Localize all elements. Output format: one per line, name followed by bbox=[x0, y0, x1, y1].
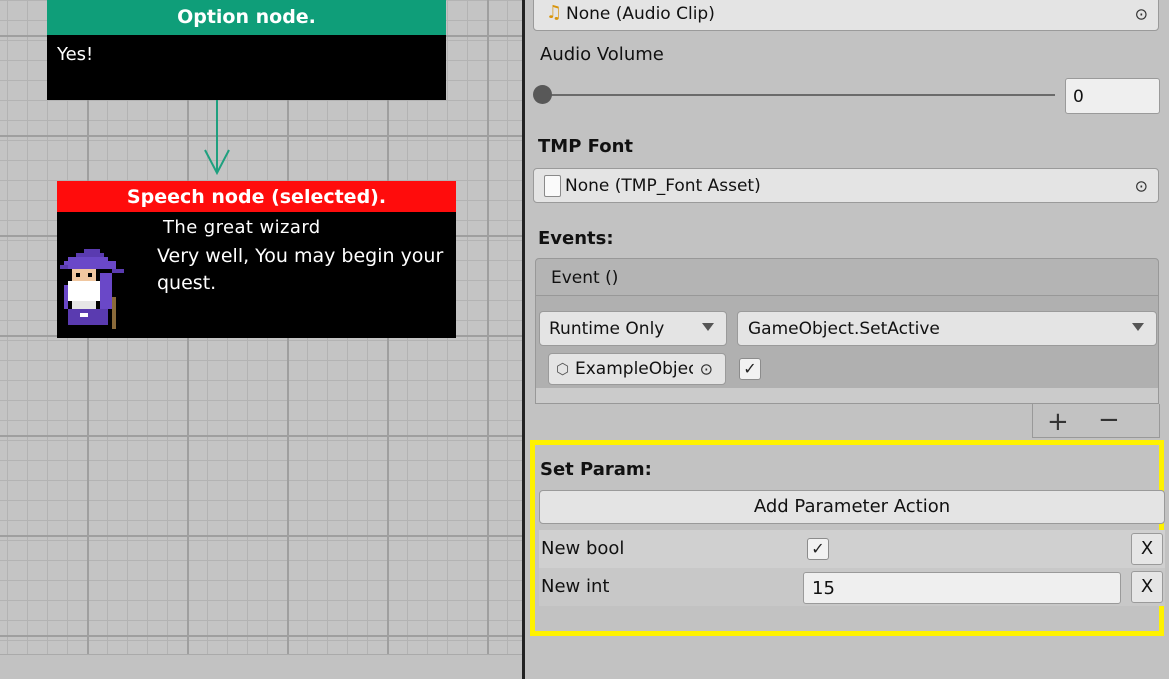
set-param-section: Set Param: Add Parameter Action New bool… bbox=[530, 440, 1165, 636]
dropdown-caret-icon bbox=[702, 323, 714, 331]
speech-node[interactable]: Speech node (selected). The great wizard… bbox=[57, 181, 456, 338]
event-list-header: Event () bbox=[535, 258, 1159, 296]
param-int-value: 15 bbox=[812, 578, 835, 599]
remove-param-button[interactable]: X bbox=[1131, 533, 1163, 565]
function-dropdown[interactable]: GameObject.SetActive bbox=[737, 311, 1157, 346]
object-picker-icon[interactable]: ⊙ bbox=[1135, 4, 1148, 23]
dropdown-caret-icon bbox=[1132, 323, 1144, 331]
graph-grid bbox=[0, 0, 524, 679]
events-label: Events: bbox=[538, 228, 614, 249]
object-picker-icon[interactable]: ⊙ bbox=[700, 360, 713, 379]
gameobject-cube-icon: ⬡ bbox=[556, 360, 570, 378]
tmp-font-label: TMP Font bbox=[538, 136, 634, 157]
audio-volume-slider-track[interactable] bbox=[543, 94, 1055, 96]
audio-volume-value: 0 bbox=[1073, 87, 1084, 107]
param-name: New bool bbox=[541, 538, 625, 559]
music-note-icon: ♫ bbox=[546, 2, 563, 23]
param-int-input[interactable]: 15 bbox=[803, 572, 1121, 604]
param-row-int: New int 15 X bbox=[539, 568, 1165, 606]
inspector-panel: ♫ None (Audio Clip) ⊙ Audio Volume 0 TMP… bbox=[525, 0, 1169, 679]
remove-param-button[interactable]: X bbox=[1131, 571, 1163, 603]
set-active-checkbox[interactable]: ✓ bbox=[739, 358, 761, 380]
speaker-name: The great wizard bbox=[163, 217, 321, 238]
tmp-font-field[interactable]: None (TMP_Font Asset) ⊙ bbox=[533, 168, 1159, 203]
speech-node-text: Very well, You may begin your quest. bbox=[157, 245, 444, 294]
set-param-label: Set Param: bbox=[540, 459, 652, 480]
target-object-value: ExampleObject bbox=[575, 359, 693, 379]
param-bool-checkbox[interactable]: ✓ bbox=[807, 538, 829, 560]
option-node-title: Option node. bbox=[47, 0, 446, 35]
dialogue-graph-canvas[interactable]: Option node. Yes! Speech node (selected)… bbox=[0, 0, 524, 679]
event-header-label: Event () bbox=[551, 268, 619, 288]
add-parameter-action-button[interactable]: Add Parameter Action bbox=[539, 490, 1165, 524]
param-row-bool: New bool ✓ X bbox=[539, 530, 1165, 568]
document-icon bbox=[544, 175, 561, 197]
remove-event-button[interactable]: − bbox=[1098, 405, 1120, 435]
audio-volume-input[interactable]: 0 bbox=[1065, 78, 1160, 114]
object-picker-icon[interactable]: ⊙ bbox=[1135, 176, 1148, 195]
tmp-font-value: None (TMP_Font Asset) bbox=[565, 176, 761, 196]
runtime-mode-value: Runtime Only bbox=[549, 319, 665, 339]
wizard-portrait-icon bbox=[60, 249, 124, 329]
runtime-mode-dropdown[interactable]: Runtime Only bbox=[539, 311, 727, 346]
graph-footer bbox=[0, 654, 524, 679]
node-connector-arrow bbox=[204, 98, 230, 176]
audio-clip-value: None (Audio Clip) bbox=[566, 4, 715, 24]
function-value: GameObject.SetActive bbox=[748, 319, 940, 339]
add-event-button[interactable]: + bbox=[1047, 407, 1069, 437]
param-name: New int bbox=[541, 576, 610, 597]
audio-clip-field[interactable]: ♫ None (Audio Clip) ⊙ bbox=[533, 0, 1159, 31]
audio-volume-slider-thumb[interactable] bbox=[533, 85, 552, 104]
audio-volume-label: Audio Volume bbox=[540, 44, 664, 65]
option-node[interactable]: Option node. Yes! bbox=[47, 0, 446, 100]
speech-node-title: Speech node (selected). bbox=[57, 181, 456, 212]
option-node-text: Yes! bbox=[57, 44, 94, 65]
target-object-field[interactable]: ⬡ ExampleObject ⊙ bbox=[548, 353, 726, 385]
